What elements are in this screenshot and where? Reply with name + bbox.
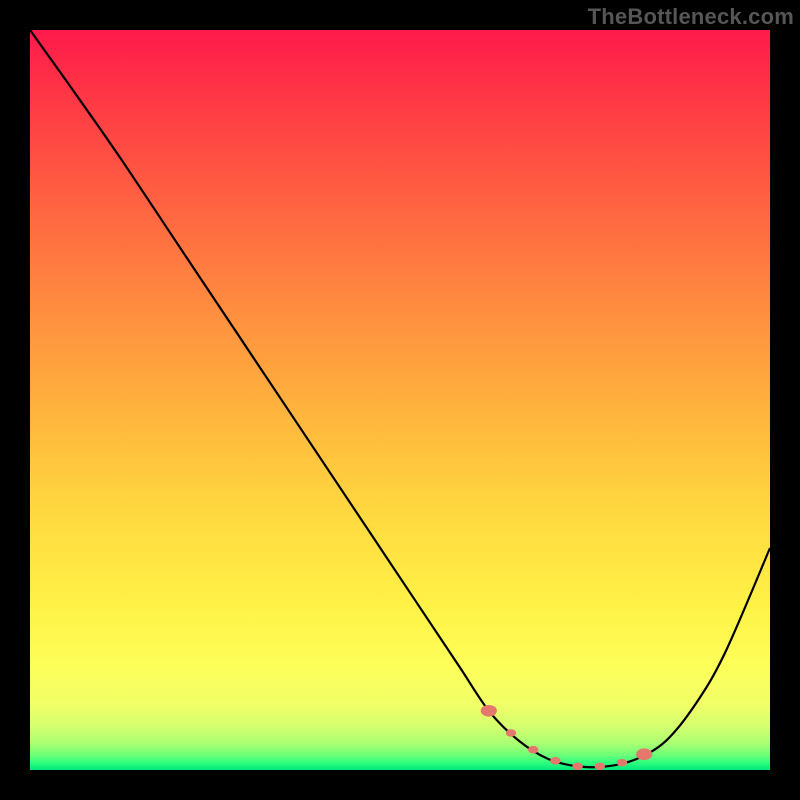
flat-region-dot xyxy=(572,763,583,770)
bottleneck-curve xyxy=(30,30,770,767)
flat-region-dot xyxy=(550,757,561,765)
chart-canvas: TheBottleneck.com xyxy=(0,0,800,800)
flat-region-dot xyxy=(636,748,652,760)
attribution-text: TheBottleneck.com xyxy=(588,4,794,30)
flat-region-dot xyxy=(481,705,497,717)
flat-region-dot xyxy=(595,763,606,770)
flat-region-dot xyxy=(617,759,628,767)
curve-layer xyxy=(30,30,770,770)
flat-region-dot xyxy=(506,729,517,737)
flat-region-dots xyxy=(481,705,653,770)
plot-area xyxy=(30,30,770,770)
flat-region-dot xyxy=(528,746,539,754)
